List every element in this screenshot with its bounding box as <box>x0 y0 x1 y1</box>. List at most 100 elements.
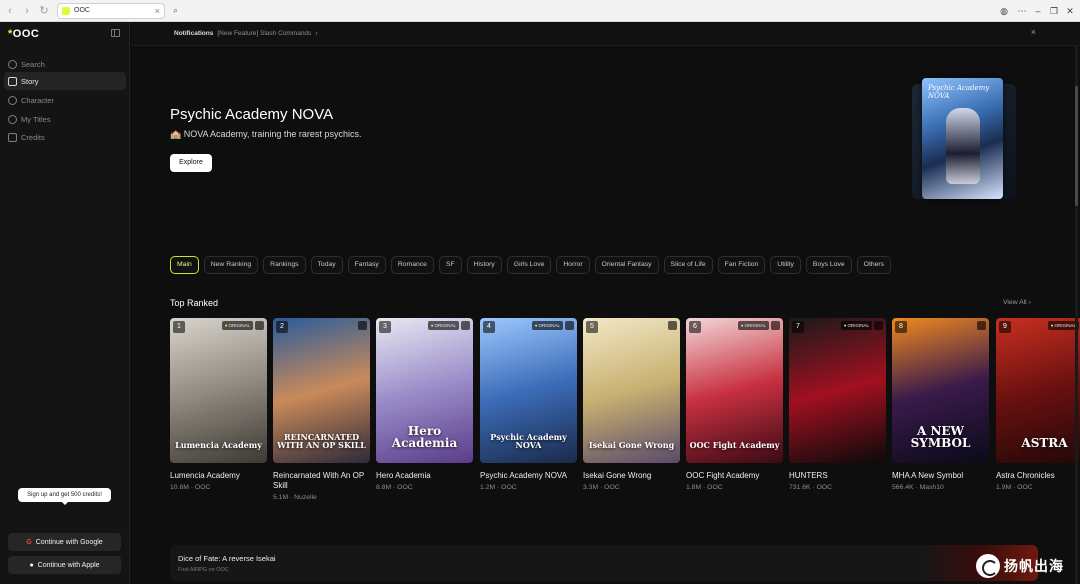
sidebar-item-label: Story <box>21 76 39 86</box>
notification-bar[interactable]: Notifications [New Feature] Slash Comman… <box>131 22 1080 46</box>
search-icon <box>8 59 17 69</box>
book-icon <box>8 76 17 86</box>
bookmark-icon[interactable] <box>668 321 677 330</box>
genre-tab[interactable]: Utility <box>770 256 801 274</box>
story-card[interactable]: 2 REINCARNATED WITH AN OP SKILL Reincarn… <box>273 318 370 501</box>
cover-title-art: OOC Fight Academy <box>689 440 780 450</box>
genre-tab[interactable]: Today <box>310 256 343 274</box>
original-badge: ORIGINAL <box>221 321 253 330</box>
story-title[interactable]: Lumencia Academy <box>170 471 267 481</box>
story-card[interactable]: 9 ORIGINAL ASTRA Astra Chronicles 1.9M ·… <box>996 318 1080 491</box>
story-title[interactable]: Astra Chronicles <box>996 471 1080 481</box>
genre-tab[interactable]: Fantasy <box>347 256 386 274</box>
story-meta: 5.1M · Nuzelle <box>273 494 317 501</box>
genre-tab[interactable]: Slice of Life <box>663 256 713 274</box>
notification-message[interactable]: [New Feature] Slash Commands <box>217 30 311 37</box>
cover-title-art: ASTRA <box>1021 436 1068 450</box>
story-cover[interactable]: 4 ORIGINAL Psychic Academy NOVA <box>480 318 577 463</box>
forward-icon[interactable]: › <box>20 4 34 18</box>
more-icon[interactable]: ⋯ <box>1014 0 1030 22</box>
tab-close-icon[interactable]: × <box>155 6 160 16</box>
story-card[interactable]: 4 ORIGINAL Psychic Academy NOVA Psychic … <box>480 318 577 491</box>
story-card[interactable]: 5 Isekai Gone Wrong Isekai Gone Wrong 3.… <box>583 318 680 491</box>
story-title[interactable]: Psychic Academy NOVA <box>480 471 577 481</box>
sidebar-collapse-icon[interactable] <box>111 29 120 37</box>
continue-with-apple-button[interactable]: ● Continue with Apple <box>8 556 121 574</box>
sidebar-item-search[interactable]: Search <box>4 55 126 73</box>
genre-tab[interactable]: History <box>466 256 502 274</box>
section-title-top-ranked: Top Ranked <box>170 298 219 308</box>
promo-banner[interactable]: Dice of Fate: A reverse Isekai First AIR… <box>170 545 1038 581</box>
story-meta: 1.2M · OOC <box>480 484 517 491</box>
story-title[interactable]: HUNTERS <box>789 471 886 481</box>
logo[interactable]: *OOC <box>8 28 39 40</box>
page-scrollbar[interactable] <box>1075 46 1078 584</box>
restore-icon[interactable]: ❐ <box>1046 0 1062 22</box>
genre-tab[interactable]: Romance <box>390 256 434 274</box>
continue-with-google-button[interactable]: G Continue with Google <box>8 533 121 551</box>
reload-icon[interactable]: ↻ <box>37 4 51 18</box>
sidebar-item-credits[interactable]: Credits <box>4 128 126 146</box>
story-cover[interactable]: 3 ORIGINAL Hero Academia <box>376 318 473 463</box>
bookmark-icon[interactable] <box>461 321 470 330</box>
banner-title: Dice of Fate: A reverse Isekai <box>178 554 276 563</box>
bookmark-icon[interactable] <box>565 321 574 330</box>
favicon-icon <box>62 6 70 15</box>
story-cover[interactable]: 8 A NEW SYMBOL <box>892 318 989 463</box>
hero-cover-image[interactable]: Psychic Academy NOVA <box>922 78 1003 199</box>
notification-close-icon[interactable]: × <box>1031 27 1036 37</box>
story-cover[interactable]: 9 ORIGINAL ASTRA <box>996 318 1080 463</box>
story-cover[interactable]: 1 ORIGINAL Lumencia Academy <box>170 318 267 463</box>
hero-cover-figure <box>946 108 980 184</box>
bookmark-icon[interactable] <box>771 321 780 330</box>
cover-title-art: Psychic Academy NOVA <box>490 432 567 450</box>
browser-search-icon[interactable]: ⌕ <box>173 5 178 16</box>
sidebar-item-my-titles[interactable]: My Titles <box>4 110 126 128</box>
view-all-link[interactable]: View All › <box>1003 299 1031 306</box>
story-card[interactable]: 6 ORIGINAL OOC Fight Academy OOC Fight A… <box>686 318 783 491</box>
sidebar-item-story[interactable]: Story <box>4 72 126 90</box>
story-title[interactable]: Reincarnated With An OP Skill <box>273 471 370 491</box>
genre-tab[interactable]: Rankings <box>263 256 306 274</box>
sidebar-item-character[interactable]: Character <box>4 91 126 109</box>
genre-tab[interactable]: Main <box>170 256 199 274</box>
genre-tab[interactable]: SF <box>438 256 462 274</box>
bookmark-icon[interactable] <box>255 321 264 330</box>
story-card[interactable]: 1 ORIGINAL Lumencia Academy Lumencia Aca… <box>170 318 267 491</box>
chevron-right-icon: › <box>315 30 318 37</box>
rank-badge: 6 <box>689 321 701 333</box>
scrollbar-thumb[interactable] <box>1075 86 1078 206</box>
genre-tab[interactable]: Boys Love <box>805 256 852 274</box>
browser-tab-title: OOC <box>74 7 90 14</box>
story-title[interactable]: OOC Fight Academy <box>686 471 783 481</box>
window-close-icon[interactable]: ✕ <box>1062 0 1078 22</box>
story-cover[interactable]: 5 Isekai Gone Wrong <box>583 318 680 463</box>
story-cover[interactable]: 7 ORIGINAL <box>789 318 886 463</box>
story-title[interactable]: Hero Academia <box>376 471 473 481</box>
genre-tab[interactable]: New Ranking <box>203 256 259 274</box>
original-badge: ORIGINAL <box>737 321 769 330</box>
story-cover[interactable]: 6 ORIGINAL OOC Fight Academy <box>686 318 783 463</box>
story-card[interactable]: 7 ORIGINAL HUNTERS 731.6K · OOC <box>789 318 886 491</box>
story-cover[interactable]: 2 REINCARNATED WITH AN OP SKILL <box>273 318 370 463</box>
sidebar-item-label: Character <box>21 95 54 105</box>
minimize-icon[interactable]: – <box>1030 0 1046 22</box>
heart-icon <box>8 114 17 124</box>
bookmark-icon[interactable] <box>874 321 883 330</box>
browser-tab[interactable]: OOC × <box>57 2 165 19</box>
globe-icon[interactable]: ◍ <box>996 0 1012 22</box>
back-icon[interactable]: ‹ <box>3 4 17 18</box>
story-title[interactable]: MHA A New Symbol <box>892 471 989 481</box>
story-title[interactable]: Isekai Gone Wrong <box>583 471 680 481</box>
banner-subtitle: First AIRPG on OOC <box>178 567 229 573</box>
bookmark-icon[interactable] <box>977 321 986 330</box>
explore-button[interactable]: Explore <box>170 154 212 172</box>
genre-tab[interactable]: Girls Love <box>506 256 552 274</box>
bookmark-icon[interactable] <box>358 321 367 330</box>
genre-tab[interactable]: Horror <box>556 256 590 274</box>
genre-tab[interactable]: Oriental Fantasy <box>594 256 659 274</box>
genre-tab[interactable]: Fan Fiction <box>717 256 766 274</box>
story-card[interactable]: 3 ORIGINAL Hero Academia Hero Academia 8… <box>376 318 473 491</box>
genre-tab[interactable]: Others <box>856 256 892 274</box>
story-card[interactable]: 8 A NEW SYMBOL MHA A New Symbol 566.4K ·… <box>892 318 989 491</box>
